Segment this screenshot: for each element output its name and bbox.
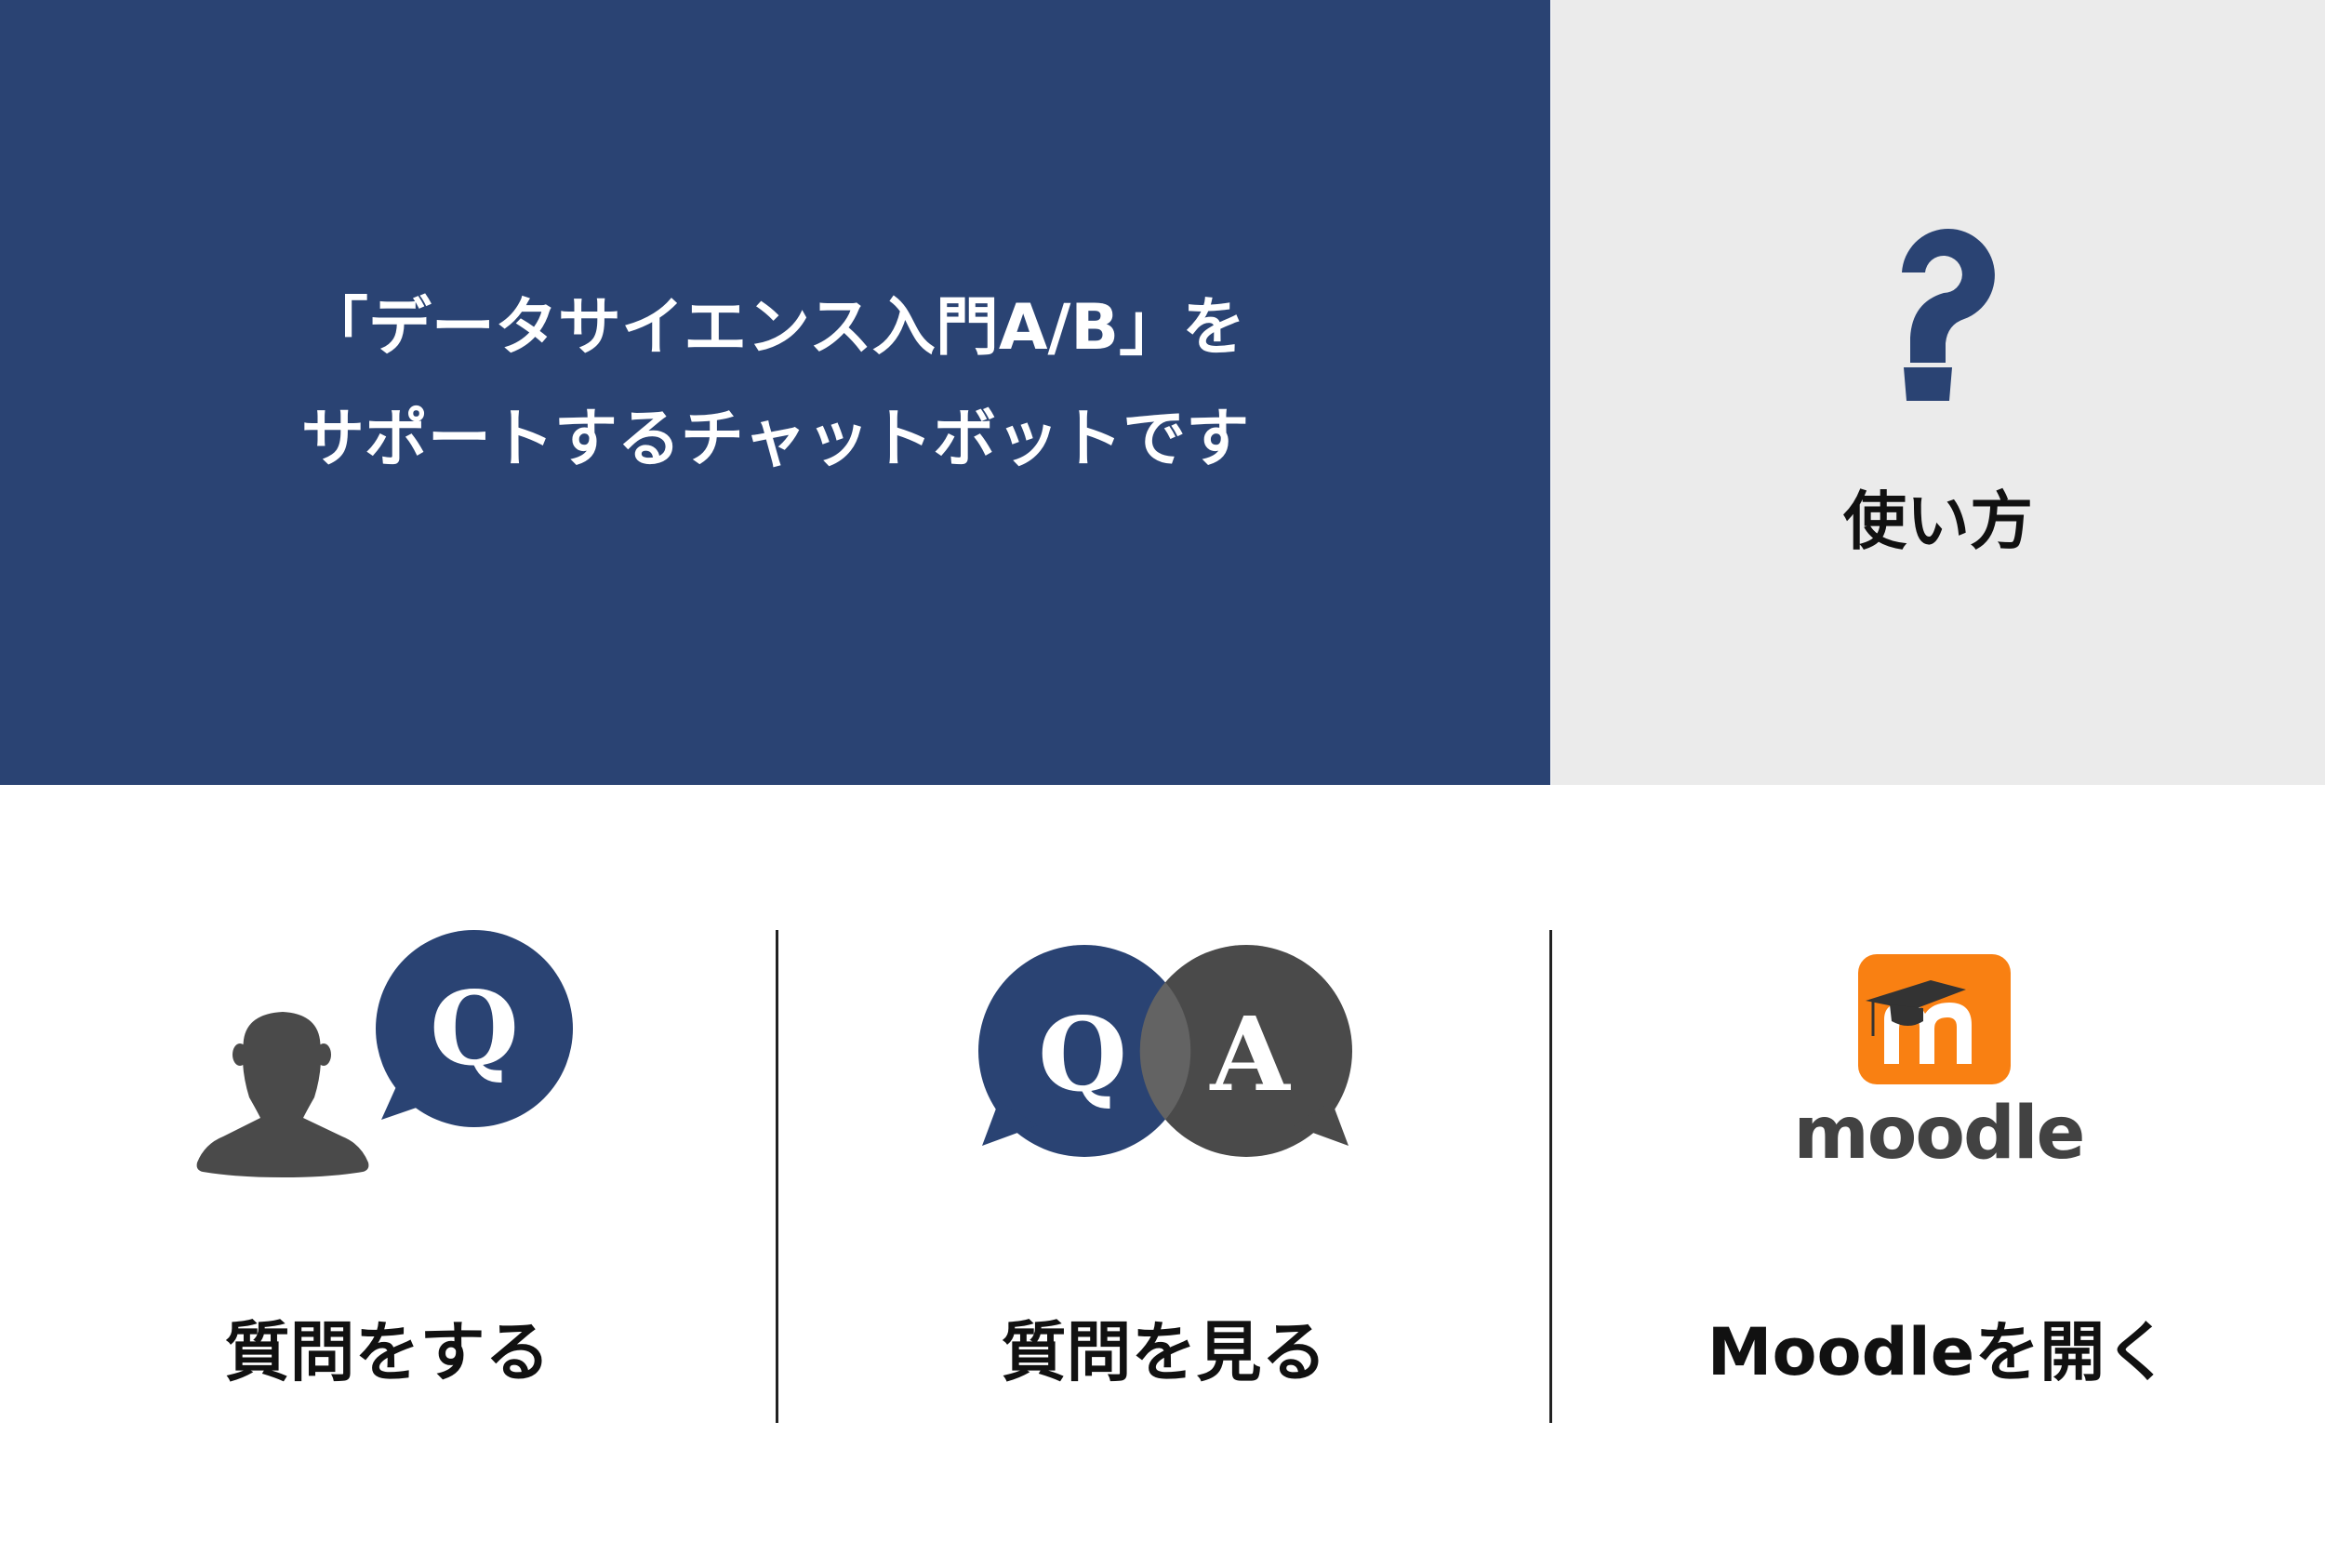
- intro-text: 「データサイエンス入門A/B」を サポートするチャットボットです: [301, 272, 1249, 496]
- view-questions-button[interactable]: Q A 質問を見る: [778, 785, 1549, 1568]
- bubble-q-glyph: Q: [430, 968, 519, 1088]
- intro-banner: 「データサイエンス入門A/B」を サポートするチャットボットです: [0, 0, 1550, 785]
- ask-question-label: 質問をする: [224, 1314, 551, 1390]
- person-question-bubble-icon: Q: [196, 930, 573, 1177]
- intro-line-1: 「データサイエンス入門A/B」を: [304, 291, 1246, 365]
- moodle-logo-icon: [1858, 954, 2011, 1084]
- question-mark-icon: [1902, 229, 1995, 401]
- bubble-a-glyph: A: [1209, 994, 1291, 1114]
- howto-label: 使い方: [1842, 485, 2033, 559]
- moodle-wordmark: moodle: [1793, 1092, 2086, 1176]
- view-questions-label: 質問を見る: [1001, 1314, 1327, 1390]
- ask-question-button[interactable]: Q 質問をする: [0, 785, 775, 1568]
- open-moodle-label: Moodleを開く: [1707, 1314, 2171, 1390]
- intro-line-2: サポートするチャットボットです: [300, 403, 1250, 476]
- open-moodle-button[interactable]: moodle Moodleを開く: [1552, 785, 2325, 1568]
- bubble-q-glyph-2: Q: [1038, 994, 1127, 1114]
- question-answer-bubbles-icon: Q A: [978, 945, 1352, 1157]
